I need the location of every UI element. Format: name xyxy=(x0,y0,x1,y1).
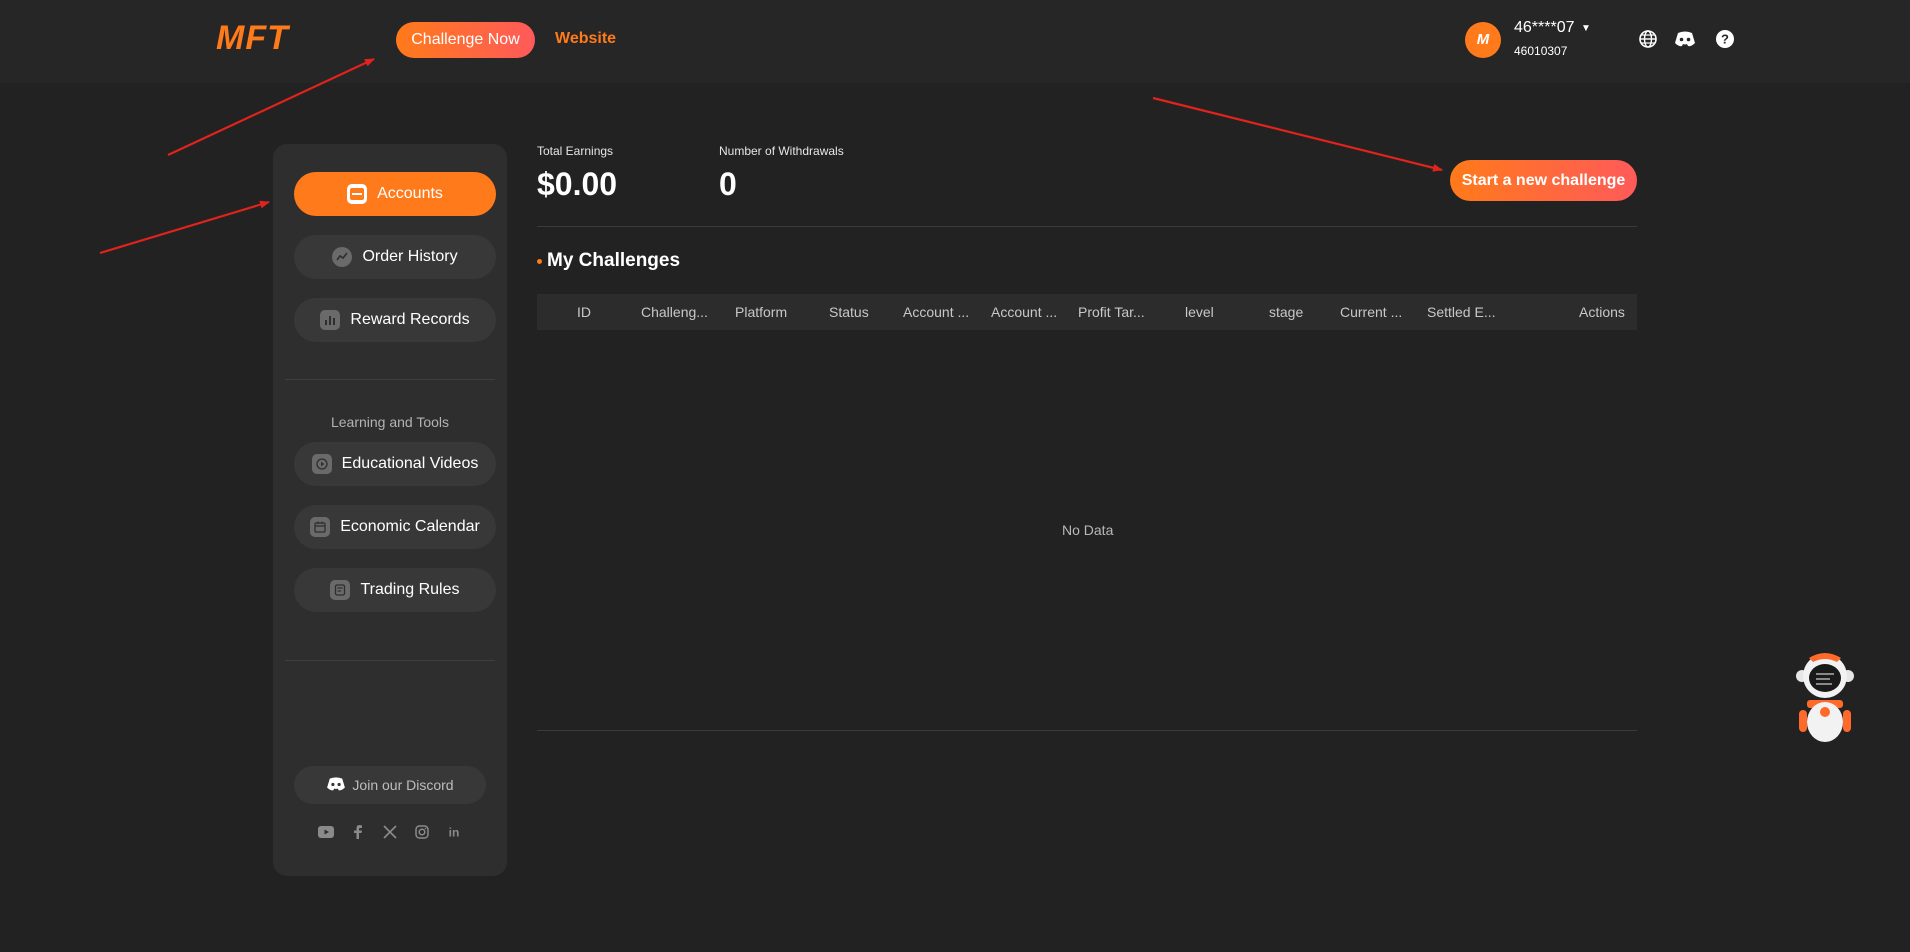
challenge-now-button[interactable]: Challenge Now xyxy=(396,22,535,58)
sidebar-item-order-history[interactable]: Order History xyxy=(294,235,496,279)
trend-icon xyxy=(332,247,353,267)
user-id: 46010307 xyxy=(1514,44,1568,58)
column-header-platform[interactable]: Platform xyxy=(735,294,787,330)
chevron-down-icon[interactable]: ▼ xyxy=(1581,23,1591,34)
column-header-actions: Actions xyxy=(1579,304,1625,320)
help-icon[interactable]: ? xyxy=(1714,28,1736,50)
rules-icon xyxy=(330,580,351,600)
sidebar: Accounts Order History Reward Records Le… xyxy=(273,144,507,876)
column-header-account-1[interactable]: Account ... xyxy=(903,294,969,330)
discord-icon[interactable] xyxy=(1674,28,1696,50)
sidebar-item-educational-videos[interactable]: Educational Videos xyxy=(294,442,496,486)
total-earnings-value: $0.00 xyxy=(537,166,618,202)
section-marker xyxy=(537,259,542,264)
column-header-id[interactable]: ID xyxy=(577,294,591,330)
play-icon xyxy=(311,454,332,474)
table-bottom-divider xyxy=(537,730,1637,731)
column-header-challenge[interactable]: Challeng... xyxy=(641,294,708,330)
column-header-account-2[interactable]: Account ... xyxy=(991,294,1057,330)
challenges-table-header: ID Challeng... Platform Status Account .… xyxy=(537,294,1637,330)
x-icon[interactable] xyxy=(382,824,398,840)
sidebar-item-label: Trading Rules xyxy=(360,581,460,598)
sidebar-item-accounts[interactable]: Accounts xyxy=(294,172,496,216)
sidebar-item-reward-records[interactable]: Reward Records xyxy=(294,298,496,342)
user-name[interactable]: 46****07 xyxy=(1514,19,1575,37)
column-header-stage[interactable]: stage xyxy=(1269,294,1303,330)
column-header-settled[interactable]: Settled E... xyxy=(1427,294,1495,330)
column-header-current[interactable]: Current ... xyxy=(1340,294,1402,330)
start-new-challenge-button[interactable]: Start a new challenge xyxy=(1450,160,1637,201)
sidebar-divider xyxy=(285,660,495,661)
svg-text:in: in xyxy=(449,826,460,840)
globe-icon[interactable] xyxy=(1637,28,1659,50)
sidebar-divider xyxy=(285,379,495,380)
avatar[interactable]: M xyxy=(1465,22,1501,58)
sidebar-item-trading-rules[interactable]: Trading Rules xyxy=(294,568,496,612)
join-discord-button[interactable]: Join our Discord xyxy=(294,766,486,804)
support-robot-icon[interactable] xyxy=(1785,650,1865,750)
empty-state-text: No Data xyxy=(1062,522,1114,538)
instagram-icon[interactable] xyxy=(414,824,430,840)
bar-chart-icon xyxy=(320,310,341,330)
sidebar-item-economic-calendar[interactable]: Economic Calendar xyxy=(294,505,496,549)
withdrawals-value: 0 xyxy=(719,166,737,202)
join-discord-label: Join our Discord xyxy=(352,777,454,793)
top-header: MFT Challenge Now Website M 46****07 ▼ 4… xyxy=(0,0,1910,83)
annotation-arrow xyxy=(99,200,270,255)
column-header-status[interactable]: Status xyxy=(829,294,869,330)
learning-tools-heading: Learning and Tools xyxy=(330,414,450,430)
sidebar-item-label: Accounts xyxy=(377,185,443,202)
calendar-icon xyxy=(310,517,331,537)
total-earnings-label: Total Earnings xyxy=(537,144,614,158)
annotation-arrow xyxy=(1152,96,1443,172)
linkedin-icon[interactable]: in xyxy=(446,824,462,840)
website-link[interactable]: Website xyxy=(555,30,616,48)
sidebar-item-label: Economic Calendar xyxy=(340,518,480,535)
stats-divider xyxy=(537,226,1637,227)
sidebar-item-label: Order History xyxy=(362,248,458,265)
discord-icon xyxy=(326,776,346,795)
withdrawals-label: Number of Withdrawals xyxy=(719,144,844,158)
sidebar-item-label: Reward Records xyxy=(350,311,470,328)
sidebar-item-label: Educational Videos xyxy=(341,455,479,472)
column-header-level[interactable]: level xyxy=(1185,294,1214,330)
wallet-icon xyxy=(347,184,368,204)
svg-text:?: ? xyxy=(1721,32,1729,47)
youtube-icon[interactable] xyxy=(318,824,334,840)
column-header-profit-target[interactable]: Profit Tar... xyxy=(1078,294,1145,330)
facebook-icon[interactable] xyxy=(350,824,366,840)
social-links: in xyxy=(273,824,507,840)
mft-logo[interactable]: MFT xyxy=(216,18,289,58)
my-challenges-title: My Challenges xyxy=(547,250,681,271)
